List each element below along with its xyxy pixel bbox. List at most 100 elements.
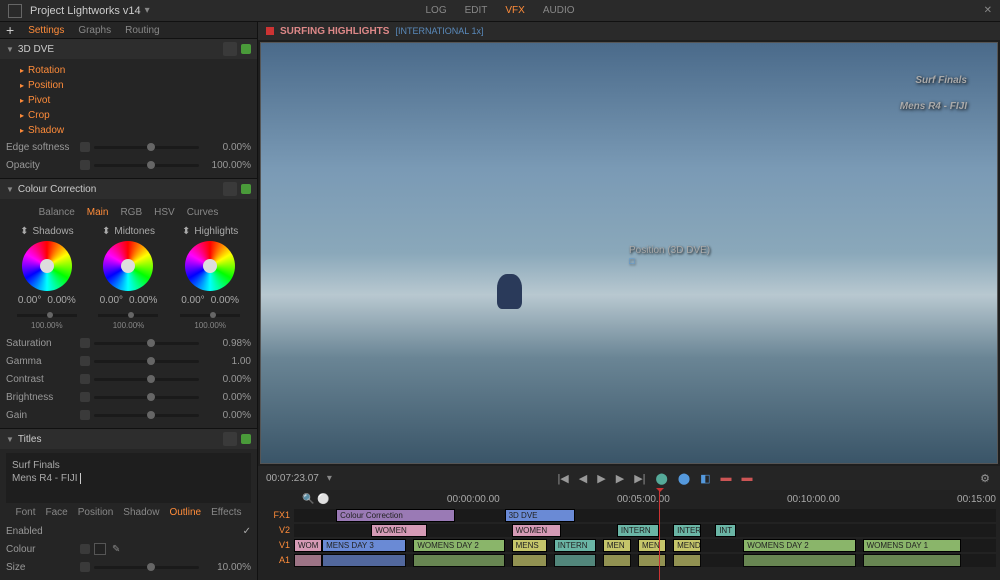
slider[interactable]: [94, 566, 199, 569]
timeline-clip[interactable]: [603, 554, 631, 567]
keyframe-toggle[interactable]: [80, 374, 90, 384]
step-back-icon[interactable]: ◀: [577, 472, 589, 485]
dve-rotation[interactable]: Rotation: [6, 63, 251, 78]
dve-crop[interactable]: Crop: [6, 108, 251, 123]
timeline-clip[interactable]: MEN: [638, 539, 666, 552]
delete-icon[interactable]: ▬: [719, 472, 734, 484]
timeline-clip[interactable]: [638, 554, 666, 567]
title-dropdown-icon[interactable]: ▾: [145, 5, 150, 16]
step-fwd-icon[interactable]: ▶: [614, 472, 626, 485]
title-tab-effects[interactable]: Effects: [211, 507, 241, 518]
wheel-slider[interactable]: [98, 314, 158, 317]
slider[interactable]: [94, 378, 199, 381]
title-tab-font[interactable]: Font: [15, 507, 35, 518]
timeline-clip[interactable]: [743, 554, 855, 567]
dve-position[interactable]: Position: [6, 78, 251, 93]
tc-dropdown-icon[interactable]: ▾: [327, 473, 332, 484]
timeline-clip[interactable]: Colour Correction: [336, 509, 455, 522]
track-v2[interactable]: V2WOMENWOMENINTERNINTERNINT: [262, 523, 996, 537]
collapse-icon[interactable]: ▼: [6, 435, 14, 444]
timeline-clip[interactable]: [294, 554, 322, 567]
tab-vfx[interactable]: VFX: [505, 5, 524, 16]
keyframe-toggle[interactable]: [80, 338, 90, 348]
title-tab-outline[interactable]: Outline: [169, 507, 201, 518]
colour-wheel[interactable]: [185, 241, 235, 291]
goto-end-icon[interactable]: ▶|: [632, 472, 647, 485]
tab-graphs[interactable]: Graphs: [78, 25, 111, 36]
link-icon[interactable]: [223, 42, 237, 56]
cc-tab-hsv[interactable]: HSV: [154, 207, 175, 218]
timeline-clip[interactable]: WOMENS DAY 1: [863, 539, 961, 552]
slider[interactable]: [94, 360, 199, 363]
title-text-input[interactable]: Surf Finals Mens R4 - FIJI: [6, 453, 251, 503]
title-tab-face[interactable]: Face: [45, 507, 67, 518]
timecode[interactable]: 00:07:23.07: [266, 473, 319, 484]
title-tab-shadow[interactable]: Shadow: [123, 507, 159, 518]
track-a1[interactable]: A1: [262, 553, 996, 567]
tab-edit[interactable]: EDIT: [465, 5, 488, 16]
timeline-clip[interactable]: [512, 554, 547, 567]
keyframe-toggle[interactable]: [80, 410, 90, 420]
timeline-clip[interactable]: [322, 554, 406, 567]
keyframe-toggle[interactable]: [80, 544, 90, 554]
goto-start-icon[interactable]: |◀: [555, 472, 570, 485]
timeline-clip[interactable]: WOMENS DAY 2: [413, 539, 504, 552]
wheel-slider[interactable]: [180, 314, 240, 317]
colour-wheel[interactable]: [22, 241, 72, 291]
cc-tab-curves[interactable]: Curves: [187, 207, 219, 218]
slider[interactable]: [94, 146, 199, 149]
cc-tab-balance[interactable]: Balance: [39, 207, 75, 218]
mark-out-icon[interactable]: ⬤: [676, 472, 692, 485]
enable-dot[interactable]: [241, 434, 251, 444]
link-icon[interactable]: [223, 182, 237, 196]
checkbox[interactable]: ✓: [243, 526, 251, 537]
timeline-clip[interactable]: [554, 554, 596, 567]
position-marker[interactable]: Position (3D DVE)□: [629, 245, 710, 266]
tab-log[interactable]: LOG: [425, 5, 446, 16]
timeline-clip[interactable]: INTERN: [617, 524, 659, 537]
timeline-clip[interactable]: MENS DAY 3: [322, 539, 406, 552]
timeline-clip[interactable]: WOMEN: [512, 524, 561, 537]
reset-icon[interactable]: ⬍: [20, 226, 28, 237]
keyframe-toggle[interactable]: [80, 160, 90, 170]
lift-icon[interactable]: ▬: [740, 472, 755, 484]
slider[interactable]: [94, 342, 199, 345]
timeline-clip[interactable]: INT: [715, 524, 736, 537]
timeline-clip[interactable]: WOMENS DAY 2: [743, 539, 855, 552]
cc-tab-rgb[interactable]: RGB: [120, 207, 142, 218]
track-v1[interactable]: V1WOMMENS DAY 3WOMENS DAY 2MENSINTERNMEN…: [262, 538, 996, 552]
panel-header-cc[interactable]: ▼ Colour Correction: [0, 179, 257, 199]
slider[interactable]: [94, 164, 199, 167]
colour-wheel[interactable]: [103, 241, 153, 291]
timeline-clip[interactable]: WOMEN: [371, 524, 427, 537]
collapse-icon[interactable]: ▼: [6, 45, 14, 54]
add-effect-icon[interactable]: +: [6, 22, 14, 38]
timeline-clip[interactable]: 3D DVE: [505, 509, 575, 522]
timeline-clip[interactable]: MEND: [673, 539, 701, 552]
tab-settings[interactable]: Settings: [28, 25, 64, 36]
keyframe-toggle[interactable]: [80, 356, 90, 366]
close-icon[interactable]: ✕: [984, 5, 992, 16]
cc-tab-main[interactable]: Main: [87, 207, 109, 218]
reset-icon[interactable]: ⬍: [102, 226, 110, 237]
preview-viewer[interactable]: Surf Finals Mens R4 - FIJI Position (3D …: [260, 42, 998, 464]
track-fx1[interactable]: FX1Colour Correction3D DVE: [262, 508, 996, 522]
keyframe-toggle[interactable]: [80, 142, 90, 152]
timeline-clip[interactable]: MENS: [512, 539, 547, 552]
keyframe-toggle[interactable]: [80, 562, 90, 572]
timeline-ruler[interactable]: 🔍 ⚪ 00:00:00.00 00:05:00.00 00:10:00.00 …: [262, 494, 996, 508]
timeline-clip[interactable]: MEN: [603, 539, 631, 552]
link-icon[interactable]: [223, 432, 237, 446]
timeline[interactable]: 🔍 ⚪ 00:00:00.00 00:05:00.00 00:10:00.00 …: [258, 490, 1000, 580]
enable-dot[interactable]: [241, 184, 251, 194]
reset-icon[interactable]: ⬍: [182, 226, 190, 237]
wheel-slider[interactable]: [17, 314, 77, 317]
timeline-clip[interactable]: WOM: [294, 539, 322, 552]
panel-header-titles[interactable]: ▼ Titles: [0, 429, 257, 449]
colour-swatch[interactable]: [94, 543, 106, 555]
collapse-icon[interactable]: ▼: [6, 185, 14, 194]
slider[interactable]: [94, 396, 199, 399]
timeline-clip[interactable]: INTERN: [554, 539, 596, 552]
timeline-clip[interactable]: INTERN: [673, 524, 701, 537]
timeline-clip[interactable]: [413, 554, 504, 567]
